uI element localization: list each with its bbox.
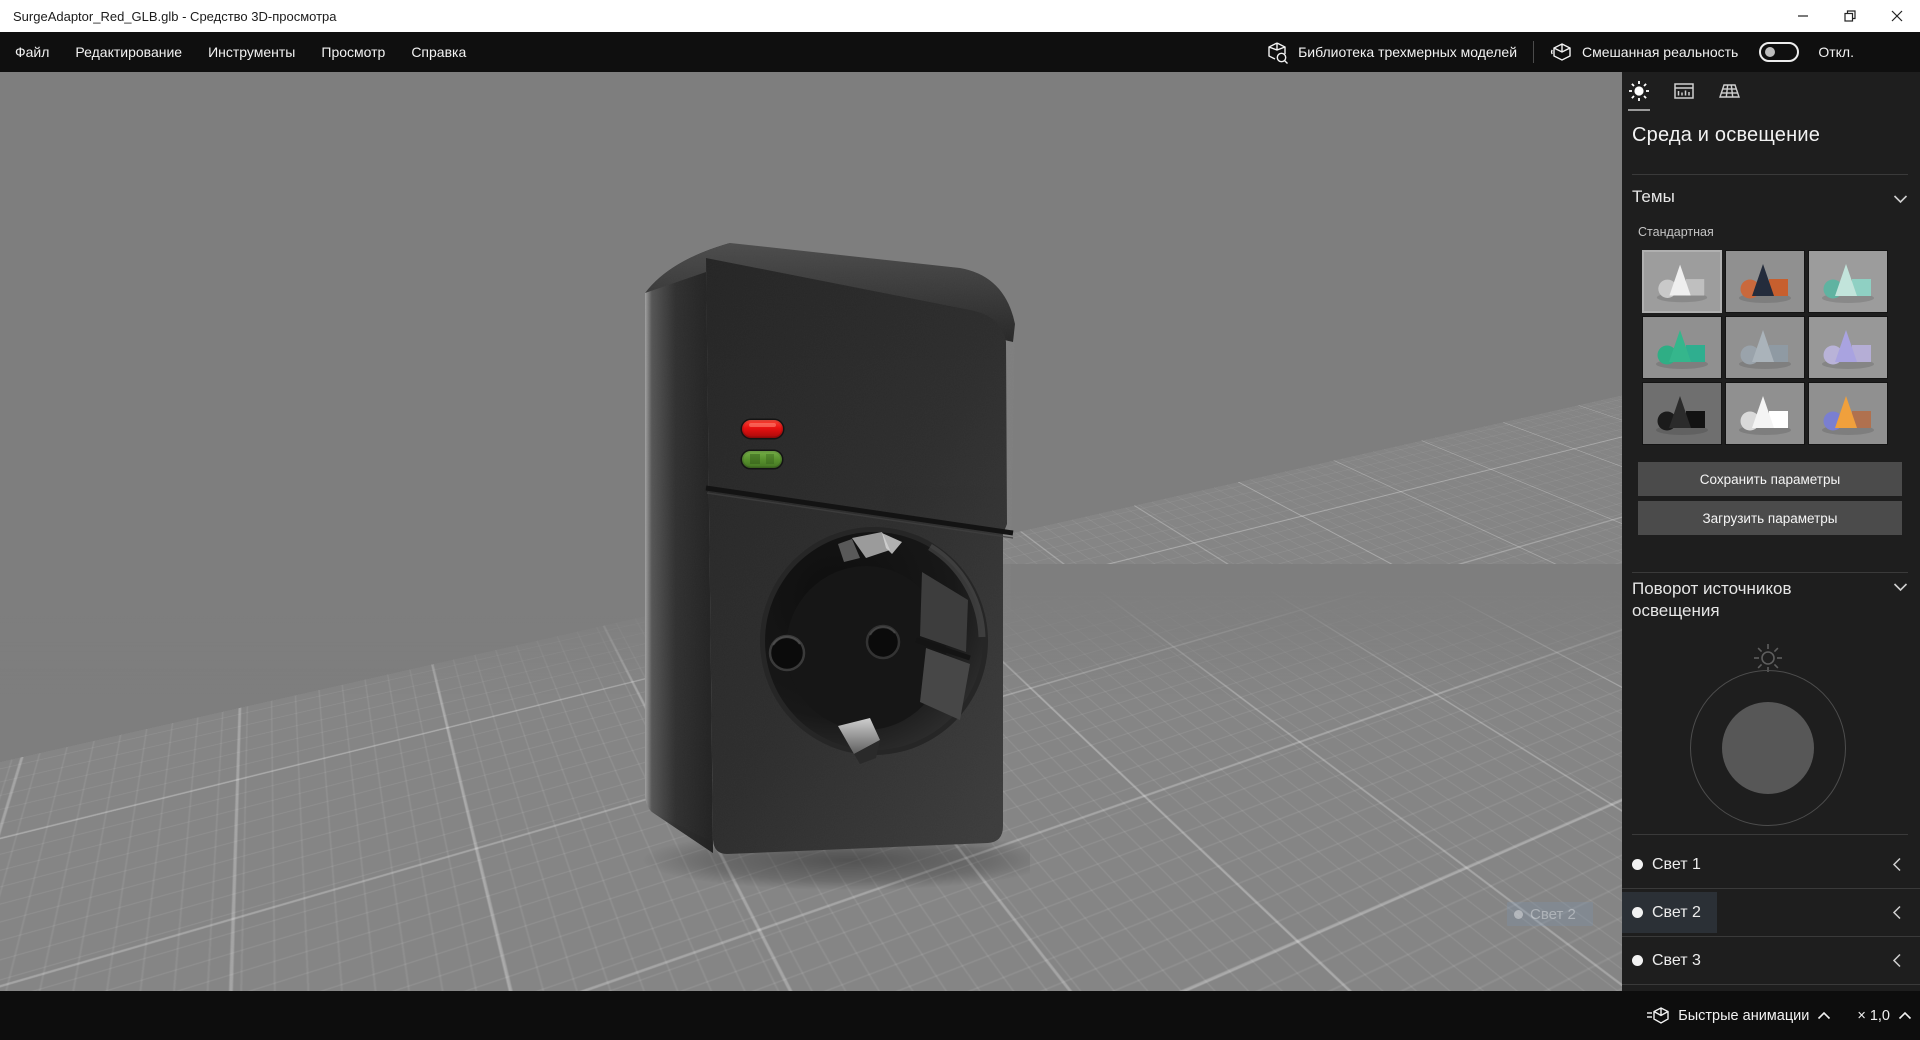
menu-item-2[interactable]: Редактирование xyxy=(62,32,195,72)
light-label: Свет 2 xyxy=(1652,903,1701,921)
mixed-reality-icon xyxy=(1550,42,1571,61)
theme-tile-green[interactable] xyxy=(1642,316,1722,379)
close-icon xyxy=(1891,10,1902,22)
animation-speed-value: × 1,0 xyxy=(1857,1007,1890,1024)
save-settings-button[interactable]: Сохранить параметры xyxy=(1638,462,1902,496)
theme-preview-icon xyxy=(1739,396,1791,435)
theme-tile-lavender[interactable] xyxy=(1808,316,1888,379)
theme-preview-icon xyxy=(1739,330,1791,369)
menu-items: Файл Редактирование Инструменты Просмотр Спр… xyxy=(0,32,479,72)
restore-icon xyxy=(1843,10,1856,22)
mixed-reality-state: Откл. xyxy=(1818,44,1854,60)
light-rotation-label: Поворот источников освещения xyxy=(1632,579,1792,620)
chevron-left-icon[interactable] xyxy=(1892,857,1902,872)
menu-right: Библиотека трехмерных моделей Смешанная … xyxy=(1266,41,1920,64)
separator xyxy=(1632,174,1908,175)
minimize-button[interactable] xyxy=(1779,0,1826,32)
theme-preview-icon xyxy=(1739,264,1791,303)
ghost-label: Свет 2 xyxy=(1530,905,1576,923)
light-label: Свет 3 xyxy=(1652,951,1701,969)
environment-panel: Среда и освещение Темы Стандартная Сохра… xyxy=(1622,72,1920,991)
theme-preview-icon xyxy=(1656,396,1708,435)
separator xyxy=(1632,572,1908,573)
tab-environment-lighting[interactable] xyxy=(1628,80,1650,114)
theme-tile-multicolor[interactable] xyxy=(1808,382,1888,445)
light-item-1[interactable]: Свет 1 xyxy=(1622,841,1920,889)
quick-animations-label: Быстрые анимации xyxy=(1678,1007,1810,1024)
chevron-left-icon[interactable] xyxy=(1892,905,1902,920)
chevron-up-icon xyxy=(1898,1011,1912,1020)
panel-title: Среда и освещение xyxy=(1632,124,1821,146)
theme-tile-gray-blue[interactable] xyxy=(1725,316,1805,379)
themes-group-label: Стандартная xyxy=(1638,225,1714,239)
load-settings-button[interactable]: Загрузить параметры xyxy=(1638,501,1902,535)
minimize-icon xyxy=(1797,15,1808,17)
mixed-reality-toggle[interactable] xyxy=(1759,42,1800,62)
mixed-reality-label: Смешанная реальность xyxy=(1582,44,1739,60)
theme-preview-icon xyxy=(1822,330,1874,369)
model-library-label: Библиотека трехмерных моделей xyxy=(1298,44,1518,60)
panel-tabs xyxy=(1628,80,1740,114)
menu-separator xyxy=(1533,41,1535,63)
cube-library-icon xyxy=(1268,41,1289,64)
animation-cube-icon xyxy=(1647,1006,1669,1024)
animation-speed-control[interactable]: × 1,0 xyxy=(1857,1008,1912,1024)
model-library-button[interactable]: Библиотека трехмерных моделей xyxy=(1266,41,1517,64)
close-button[interactable] xyxy=(1873,0,1920,32)
light-label: Свет 1 xyxy=(1652,855,1701,873)
menu-item-5[interactable]: Справка xyxy=(398,32,479,72)
light-rotation-knob[interactable] xyxy=(1722,702,1814,794)
menu-item-3[interactable]: Инструменты xyxy=(195,32,308,72)
bottom-bar: Быстрые анимации × 1,0 xyxy=(0,991,1920,1040)
theme-tile-standard[interactable] xyxy=(1642,250,1722,313)
theme-preview-icon xyxy=(1822,396,1874,435)
ghost-bullet-icon xyxy=(1514,909,1523,919)
led-red xyxy=(740,418,785,440)
light-item-3[interactable]: Свет 3 xyxy=(1622,937,1920,985)
chevron-left-icon[interactable] xyxy=(1892,953,1902,968)
stats-panel-icon xyxy=(1674,83,1694,99)
separator xyxy=(1632,834,1908,835)
quick-animations-control[interactable]: Быстрые анимации xyxy=(1646,1006,1831,1026)
light-bullet-icon xyxy=(1632,859,1643,870)
3d-viewport[interactable]: Свет 2 xyxy=(0,72,1622,991)
title-bar: SurgeAdaptor_Red_GLB.glb - Средство 3D-п… xyxy=(0,0,1920,32)
restore-button[interactable] xyxy=(1826,0,1873,32)
menu-item-1[interactable]: Файл xyxy=(2,32,62,72)
mixed-reality-control: Смешанная реальность Откл. xyxy=(1550,41,1854,64)
chevron-down-icon xyxy=(1893,195,1908,204)
toggle-knob xyxy=(1765,47,1776,57)
theme-preview-icon xyxy=(1656,330,1708,369)
light-bullet-icon xyxy=(1632,907,1643,918)
theme-tile-mint[interactable] xyxy=(1808,250,1888,313)
theme-preview-icon xyxy=(1822,264,1874,303)
tab-underline xyxy=(1628,109,1650,111)
window-controls xyxy=(1779,0,1920,32)
model-surge-adaptor xyxy=(643,243,1030,890)
light-rotation-header[interactable]: Поворот источников освещения xyxy=(1632,578,1908,622)
light-bullet-icon xyxy=(1632,955,1643,966)
chevron-up-icon xyxy=(1818,1011,1831,1020)
theme-preview-icon xyxy=(1656,264,1708,303)
themes-section-header[interactable]: Темы xyxy=(1632,186,1908,208)
theme-tile-orange-navy[interactable] xyxy=(1725,250,1805,313)
tab-stats[interactable] xyxy=(1673,80,1695,114)
led-green xyxy=(740,449,784,470)
theme-grid xyxy=(1642,250,1888,445)
fading-light-tooltip: Свет 2 xyxy=(1507,902,1593,926)
chevron-down-icon xyxy=(1893,583,1908,592)
menu-item-4[interactable]: Просмотр xyxy=(308,32,398,72)
themes-label: Темы xyxy=(1632,187,1675,206)
theme-tile-black[interactable] xyxy=(1642,382,1722,445)
tab-grid[interactable] xyxy=(1718,80,1740,114)
lights-list: Свет 1 Свет 2 Свет 3 xyxy=(1622,841,1920,985)
sun-icon xyxy=(1629,81,1649,101)
grid-floor-icon xyxy=(1718,84,1740,98)
theme-tile-white[interactable] xyxy=(1725,382,1805,445)
window-title: SurgeAdaptor_Red_GLB.glb - Средство 3D-п… xyxy=(13,8,337,24)
menu-bar: Файл Редактирование Инструменты Просмотр Спр… xyxy=(0,32,1920,72)
light-item-2[interactable]: Свет 2 xyxy=(1622,889,1920,937)
